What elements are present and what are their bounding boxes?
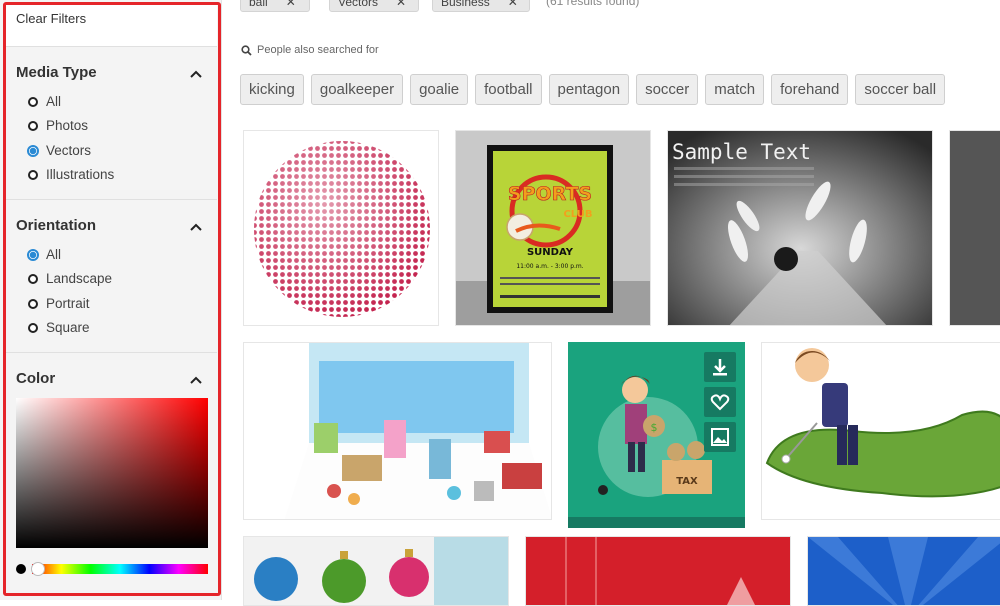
media-type-option-all[interactable]: All [28,94,61,109]
active-filter-chip[interactable]: Vectors ✕ [329,0,419,12]
thumbnail-red-rays[interactable] [525,536,791,606]
related-tag[interactable]: goalie [410,74,469,105]
related-tag[interactable]: forehand [771,74,849,105]
radio-icon[interactable] [28,273,38,284]
hue-slider[interactable] [32,564,208,574]
favorite-button[interactable] [704,387,736,417]
hue-slider-handle[interactable] [31,562,45,576]
close-icon[interactable]: ✕ [508,0,518,9]
thumbnail-christmas-balls[interactable] [243,536,509,606]
radio-selected-icon[interactable] [27,248,39,261]
related-tag[interactable]: soccer ball [855,74,946,105]
radio-selected-icon[interactable] [27,144,39,157]
chevron-up-icon[interactable] [190,376,202,384]
thumbnail-pink-ball[interactable] [243,130,439,326]
orientation-title[interactable]: Orientation [16,217,96,234]
divider [6,46,217,47]
orientation-option-square[interactable]: Square [28,320,90,335]
thumbnail-blue-rays[interactable] [807,536,1000,606]
radio-icon[interactable] [28,322,38,333]
divider [6,199,217,200]
chevron-up-icon[interactable] [190,70,202,78]
related-tag[interactable]: football [475,74,542,105]
close-icon[interactable]: ✕ [286,0,296,9]
related-tag[interactable]: match [705,74,765,105]
thumbnail-partial[interactable] [949,130,1000,326]
orientation-option-portrait[interactable]: Portrait [28,296,90,311]
poster-day: SUNDAY [527,247,574,258]
poster-subtitle: CLUB [563,209,592,220]
media-type-title[interactable]: Media Type [16,64,97,81]
thumbnail-sports-poster[interactable]: SUNDAY 11:00 a.m. - 3:00 p.m. SPORTS CLU… [455,130,651,326]
orientation-option-all[interactable]: All [27,247,61,262]
radio-icon[interactable] [28,169,38,180]
bowling-title: Sample Text [672,140,811,164]
related-tag[interactable]: pentagon [548,74,630,105]
similar-images-button[interactable] [704,422,736,452]
people-also-searched: People also searched for [241,44,379,56]
media-type-option-vectors[interactable]: Vectors [27,143,91,158]
tax-label: TAX [676,476,698,487]
thumbnail-room-toys[interactable] [243,342,552,520]
thumbnail-money-man[interactable]: $ TAX [568,342,745,528]
related-tag[interactable]: kicking [240,74,304,105]
results-count: (61 results found) [546,0,640,8]
radio-icon[interactable] [28,120,38,131]
active-filter-chip[interactable]: ball ✕ [240,0,310,12]
svg-text:$: $ [651,421,658,434]
related-tag[interactable]: soccer [636,74,699,105]
filter-sidebar: Clear Filters Media Type All Photos Vect… [0,0,222,600]
media-type-option-photos[interactable]: Photos [28,118,88,133]
download-button[interactable] [704,352,736,382]
divider [6,352,217,353]
thumbnail-bowling[interactable]: Sample Text [667,130,933,326]
active-filter-chip[interactable]: Business ✕ [432,0,530,12]
orientation-option-landscape[interactable]: Landscape [28,271,112,286]
poster-time: 11:00 a.m. - 3:00 p.m. [516,263,583,270]
chevron-up-icon[interactable] [190,223,202,231]
poster-title: SPORTS [508,183,592,205]
thumbnail-golfer[interactable] [761,342,1000,520]
related-tag[interactable]: goalkeeper [310,74,404,105]
related-tags: kicking goalkeeper goalie football penta… [240,74,946,105]
radio-icon[interactable] [28,96,38,107]
heart-icon [710,394,730,411]
image-icon [711,428,729,446]
black-color-swatch[interactable] [16,564,26,574]
search-icon [241,44,252,56]
download-icon [713,359,727,376]
color-title[interactable]: Color [16,370,55,387]
clear-filters-link[interactable]: Clear Filters [16,11,86,26]
media-type-option-illustrations[interactable]: Illustrations [28,167,114,182]
close-icon[interactable]: ✕ [396,0,406,9]
color-saturation-picker[interactable] [16,398,208,548]
radio-icon[interactable] [28,298,38,309]
